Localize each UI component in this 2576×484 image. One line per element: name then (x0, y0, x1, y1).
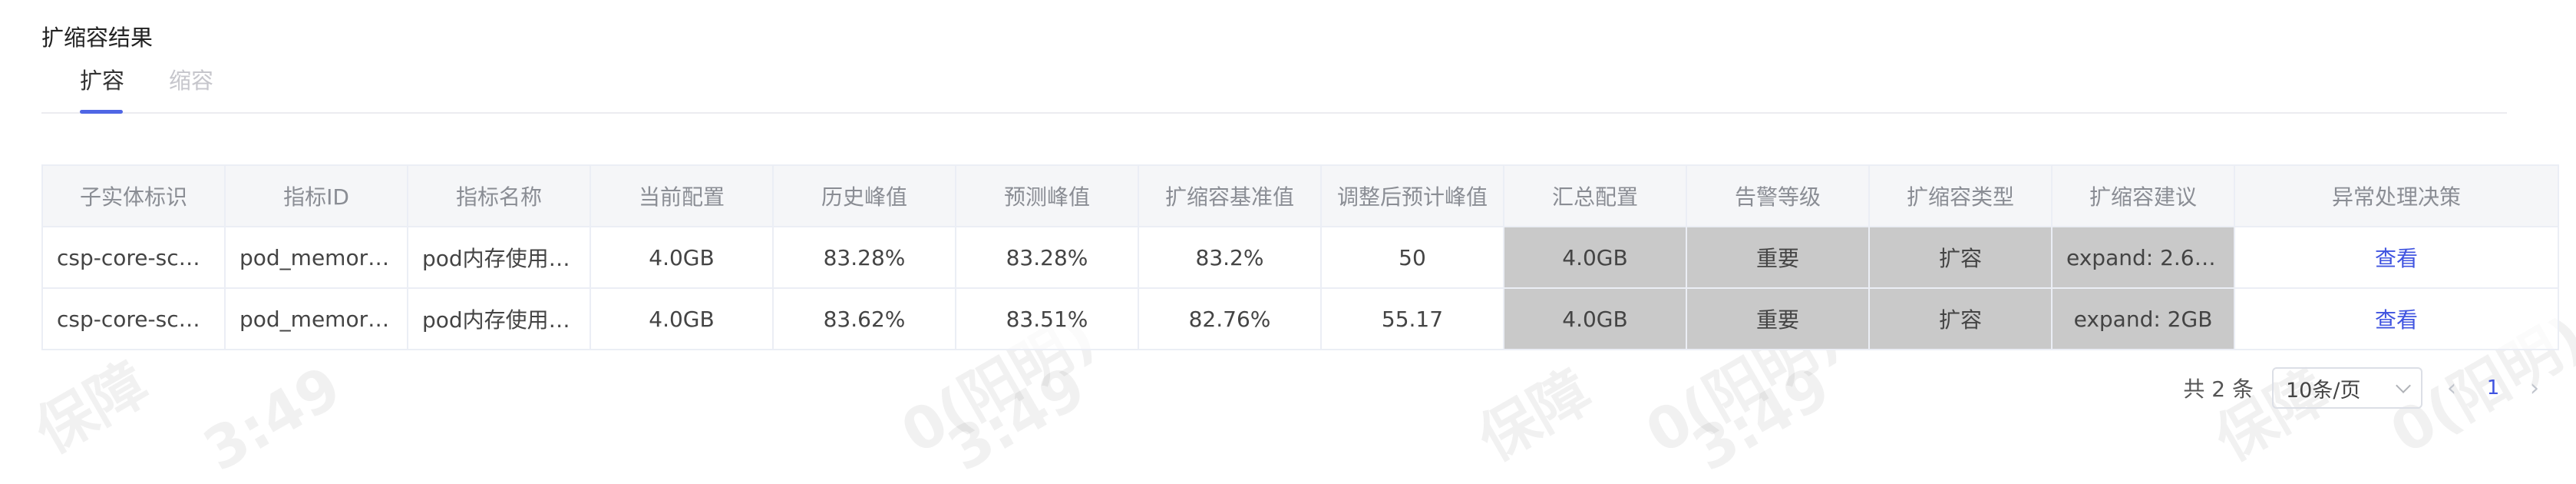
column-header: 调整后预计峰值 (1320, 164, 1504, 227)
cell-current-config: 4.0GB (590, 287, 774, 350)
column-header: 汇总配置 (1503, 164, 1687, 227)
cell-summary-config: 4.0GB (1503, 287, 1687, 350)
cell-metric-id: pod_memory… (224, 287, 408, 350)
column-header: 扩缩容建议 (2051, 164, 2235, 227)
page-size-value: 10条/页 (2286, 378, 2361, 403)
column-header: 指标名称 (407, 164, 591, 227)
cell-predicted-peak: 83.28% (955, 226, 1139, 289)
page-size-select[interactable]: 10条/页 (2272, 367, 2422, 409)
cell-alert-level: 重要 (1686, 287, 1870, 350)
watermark: 3:49 (1681, 352, 1841, 484)
total-count: 共 2 条 (2183, 376, 2254, 402)
chevron-left-icon[interactable]: ‹ (2441, 375, 2462, 402)
view-link[interactable]: 查看 (2375, 246, 2418, 271)
cell-decision: 查看 (2234, 287, 2559, 350)
chevron-down-icon (2396, 378, 2411, 393)
column-header: 指标ID (224, 164, 408, 227)
cell-predicted-peak: 83.51% (955, 287, 1139, 350)
cell-adjusted-peak: 50 (1320, 226, 1504, 289)
watermark: 3:49 (192, 352, 352, 484)
column-header: 历史峰值 (772, 164, 956, 227)
cell-scale-type: 扩容 (1868, 287, 2053, 350)
section-title: 扩缩容结果 (41, 25, 154, 51)
table-header-row: 子实体标识 指标ID 指标名称 当前配置 历史峰值 预测峰值 扩缩容基准值 调整… (41, 164, 2559, 227)
watermark: 3:49 (936, 352, 1097, 484)
column-header: 扩缩容类型 (1868, 164, 2053, 227)
result-table: 子实体标识 指标ID 指标名称 当前配置 历史峰值 预测峰值 扩缩容基准值 调整… (41, 164, 2559, 350)
column-header: 告警等级 (1686, 164, 1870, 227)
cell-adjusted-peak: 55.17 (1320, 287, 1504, 350)
tab-expand[interactable]: 扩容 (80, 63, 124, 95)
cell-alert-level: 重要 (1686, 226, 1870, 289)
watermark: 保障 (1467, 356, 1603, 475)
table-row: csp-core-sch… pod_memory… pod内存使用… 4.0GB… (41, 287, 2559, 350)
cell-scale-suggestion: expand: 2.6GB (2051, 226, 2235, 289)
chevron-right-icon[interactable]: › (2524, 375, 2545, 402)
view-link[interactable]: 查看 (2375, 307, 2418, 333)
cell-sub-entity-id: csp-core-sch… (41, 226, 226, 289)
table-row: csp-core-sch… pod_memory… pod内存使用… 4.0GB… (41, 226, 2559, 289)
column-header: 异常处理决策 (2234, 164, 2559, 227)
cell-baseline: 83.2% (1138, 226, 1322, 289)
cell-metric-id: pod_memory… (224, 226, 408, 289)
cell-summary-config: 4.0GB (1503, 226, 1687, 289)
pagination: 共 2 条 10条/页 ‹ 1 › (2183, 364, 2545, 412)
cell-history-peak: 83.28% (772, 226, 956, 289)
cell-scale-suggestion: expand: 2GB (2051, 287, 2235, 350)
column-header: 预测峰值 (955, 164, 1139, 227)
cell-metric-name: pod内存使用… (407, 226, 591, 289)
column-header: 扩缩容基准值 (1138, 164, 1322, 227)
active-tab-indicator (80, 110, 123, 114)
column-header: 子实体标识 (41, 164, 226, 227)
column-header: 当前配置 (590, 164, 774, 227)
cell-baseline: 82.76% (1138, 287, 1322, 350)
page-number[interactable]: 1 (2481, 376, 2505, 399)
tab-bar: 扩容 缩容 (41, 55, 2507, 114)
cell-history-peak: 83.62% (772, 287, 956, 350)
cell-current-config: 4.0GB (590, 226, 774, 289)
cell-decision: 查看 (2234, 226, 2559, 289)
cell-metric-name: pod内存使用… (407, 287, 591, 350)
watermark: 保障 (24, 349, 160, 467)
tab-shrink[interactable]: 缩容 (169, 63, 213, 95)
cell-sub-entity-id: csp-core-sch… (41, 287, 226, 350)
cell-scale-type: 扩容 (1868, 226, 2053, 289)
